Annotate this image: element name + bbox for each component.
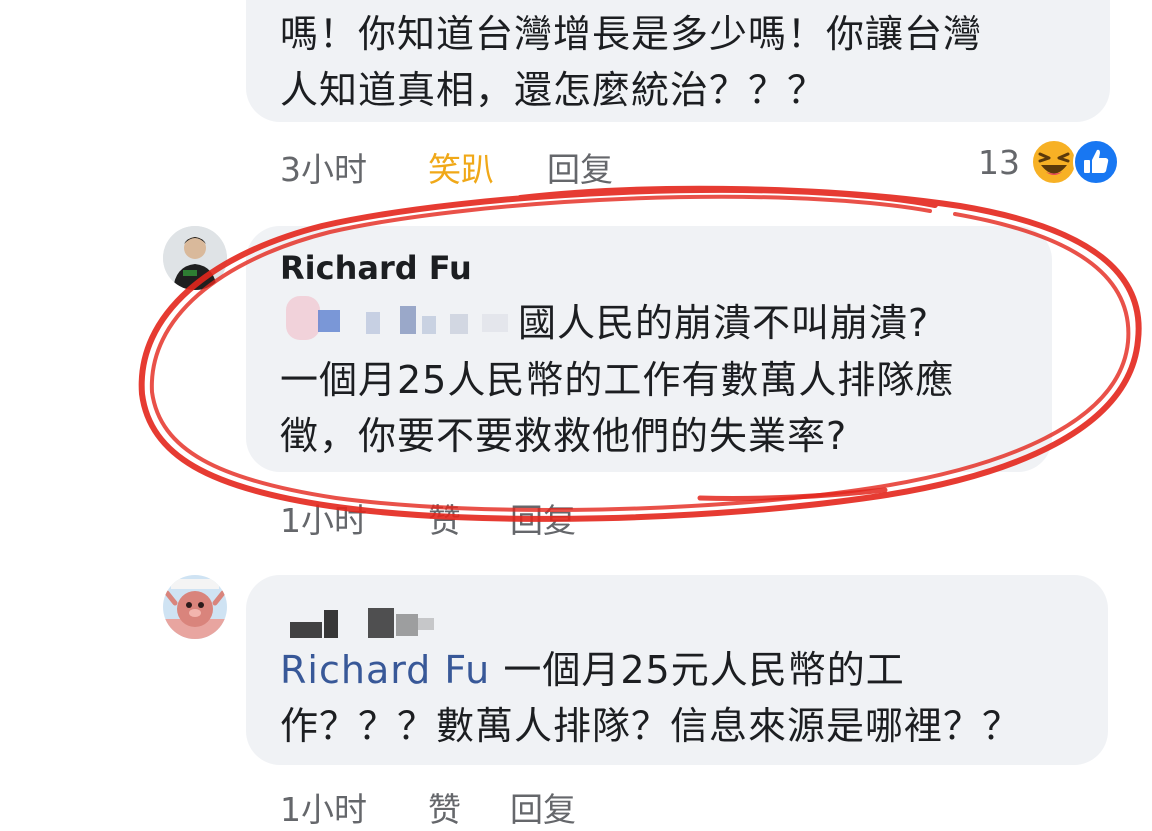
comment-text-line: 作？？？數萬人排隊？信息來源是哪裡？？ xyxy=(280,704,1022,748)
comment-actions: 1小时 赞 回复 xyxy=(280,783,680,829)
reply-button[interactable]: 回复 xyxy=(510,783,576,831)
avatar[interactable] xyxy=(163,575,227,639)
comment-text: 一個月25元人民幣的工 xyxy=(503,648,905,692)
like-button[interactable]: 赞 xyxy=(428,783,461,831)
mention-link[interactable]: Richard Fu xyxy=(280,648,490,692)
blurred-author-name xyxy=(284,604,444,644)
comment-timestamp[interactable]: 1小时 xyxy=(280,783,367,831)
comment-text-line: Richard Fu 一個月25元人民幣的工 xyxy=(280,642,905,698)
